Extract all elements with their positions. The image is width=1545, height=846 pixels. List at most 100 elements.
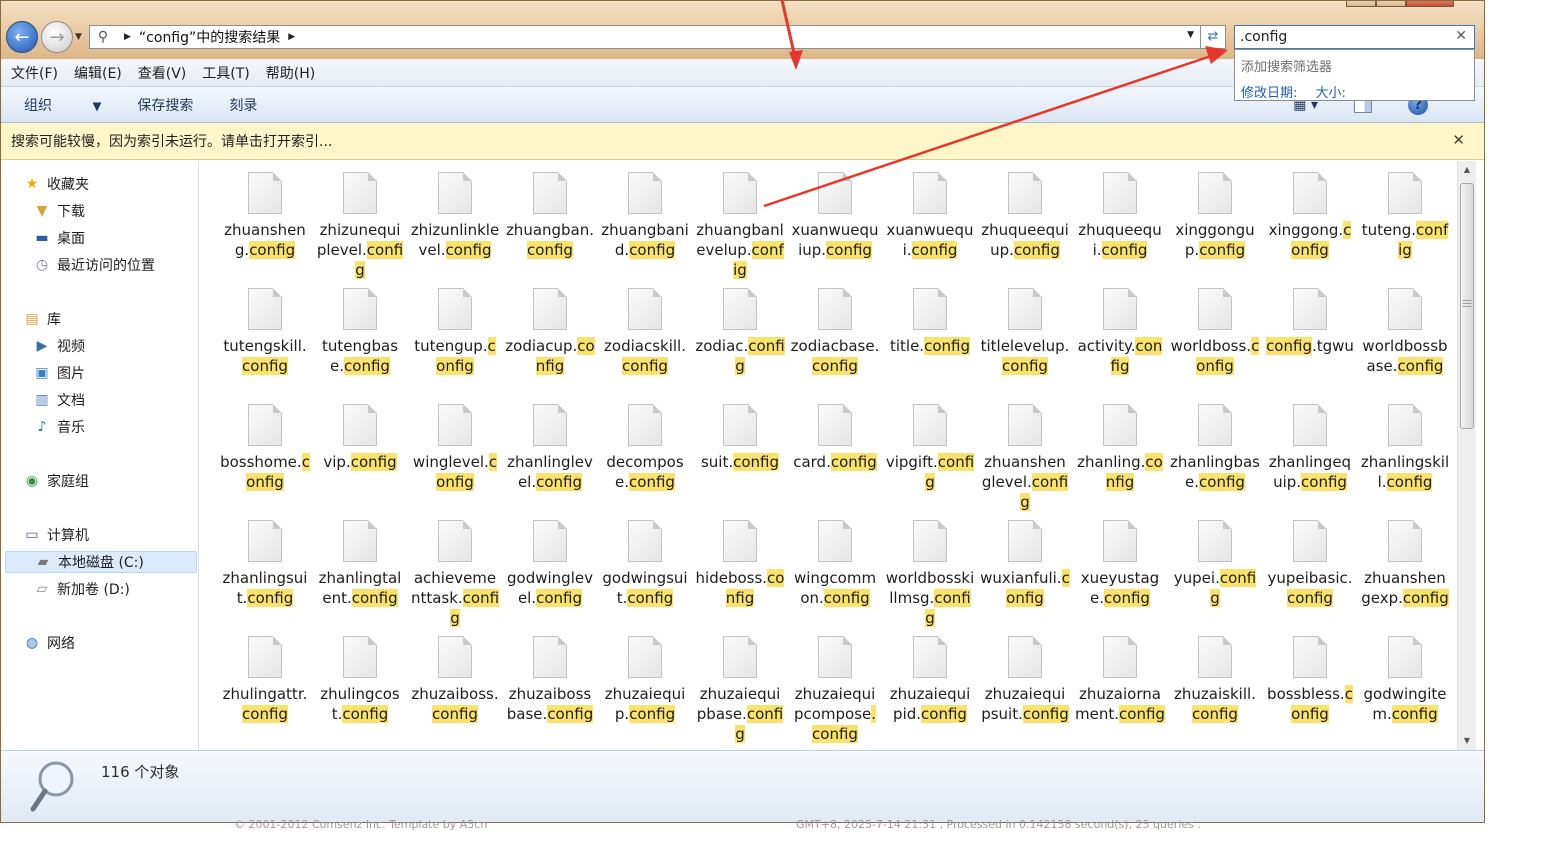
address-dropdown-icon[interactable]: ▼ xyxy=(1187,30,1194,40)
file-item[interactable]: zhuangbanid.config xyxy=(599,161,691,260)
file-item[interactable]: bossbless.config xyxy=(1264,625,1356,724)
organize-button[interactable]: 组织 ▼ xyxy=(24,95,101,115)
file-item[interactable]: zodiacskill.config xyxy=(599,277,691,376)
address-bar[interactable]: ⚲ ▶ “config”中的搜索结果 ▶ ▼ xyxy=(89,25,1201,49)
file-item[interactable]: decompose.config xyxy=(599,393,691,492)
file-item[interactable]: worldbossbase.config xyxy=(1359,277,1451,376)
scroll-up-icon[interactable]: ▲ xyxy=(1458,161,1476,179)
nav-item-2[interactable]: ▬ 桌面 xyxy=(33,227,85,249)
file-item[interactable]: zhuzaiequipbase.config xyxy=(694,625,786,744)
breadcrumb-search-results[interactable]: “config”中的搜索结果 xyxy=(139,27,280,47)
file-item[interactable]: zhuqueequiup.config xyxy=(979,161,1071,260)
nav-item-8[interactable]: ♪ 音乐 xyxy=(33,416,85,438)
file-item[interactable]: zhizunequiplevel.config xyxy=(314,161,406,280)
file-item[interactable]: zhuansheng.config xyxy=(219,161,311,260)
file-item[interactable]: title.config xyxy=(884,277,976,356)
file-item[interactable]: zhuzaiequipcompose.config xyxy=(789,625,881,744)
file-item[interactable]: zhulingcost.config xyxy=(314,625,406,724)
file-item[interactable]: zodiac.config xyxy=(694,277,786,376)
file-item[interactable]: titlelevelup.config xyxy=(979,277,1071,376)
back-button[interactable]: ← xyxy=(6,21,38,53)
nav-item-12[interactable]: ▱ 新加卷 (D:) xyxy=(33,578,130,600)
nav-item-7[interactable]: ▥ 文档 xyxy=(33,389,85,411)
save-search-button[interactable]: 保存搜索 xyxy=(137,95,193,115)
file-item[interactable]: zhizunlinklevel.config xyxy=(409,161,501,260)
file-item[interactable]: zhuzaiboss.config xyxy=(409,625,501,724)
menu-edit[interactable]: 编辑(E) xyxy=(74,63,122,83)
nav-item-9[interactable]: ◉ 家庭组 xyxy=(23,470,89,492)
file-item[interactable]: zhanlingtalent.config xyxy=(314,509,406,608)
refresh-button[interactable]: ⇄ xyxy=(1201,25,1226,49)
menu-help[interactable]: 帮助(H) xyxy=(266,63,315,83)
nav-item-4[interactable]: ▤ 库 xyxy=(23,308,61,330)
file-item[interactable]: godwingsuit.config xyxy=(599,509,691,608)
file-item[interactable]: zodiacbase.config xyxy=(789,277,881,376)
filter-modified-date[interactable]: 修改日期: xyxy=(1241,86,1297,101)
file-item[interactable]: zhuangban.config xyxy=(504,161,596,260)
close-info-bar-icon[interactable]: ✕ xyxy=(1452,131,1465,149)
file-item[interactable]: activity.config xyxy=(1074,277,1166,376)
search-input[interactable]: .config xyxy=(1240,29,1287,45)
file-item[interactable]: zhuqueequi.config xyxy=(1074,161,1166,260)
file-item[interactable]: zhuangbanlevelup.config xyxy=(694,161,786,280)
nav-item-13[interactable]: ◍ 网络 xyxy=(23,632,75,654)
file-item[interactable]: godwinglevel.config xyxy=(504,509,596,608)
forward-button[interactable]: → xyxy=(41,21,73,53)
file-item[interactable]: zhanlingskill.config xyxy=(1359,393,1451,492)
info-bar-message[interactable]: 搜索可能较慢，因为索引未运行。请单击打开索引... xyxy=(11,131,332,151)
file-item[interactable]: yupei.config xyxy=(1169,509,1261,608)
file-item[interactable]: zhuzaiskill.config xyxy=(1169,625,1261,724)
menu-view[interactable]: 查看(V) xyxy=(138,63,187,83)
search-box[interactable]: .config ✕ xyxy=(1234,25,1475,49)
vertical-scrollbar[interactable]: ▲ — — — ▼ xyxy=(1457,161,1476,750)
file-item[interactable]: xuanwuequiup.config xyxy=(789,161,881,260)
file-item[interactable]: xueyustage.config xyxy=(1074,509,1166,608)
file-item[interactable]: wingcommon.config xyxy=(789,509,881,608)
file-item[interactable]: tuteng.config xyxy=(1359,161,1451,260)
menu-file[interactable]: 文件(F) xyxy=(11,63,58,83)
burn-button[interactable]: 刻录 xyxy=(229,95,257,115)
nav-item-11[interactable]: ▰ 本地磁盘 (C:) xyxy=(5,551,197,573)
file-item[interactable]: worldboss.config xyxy=(1169,277,1261,376)
file-item[interactable]: xinggongup.config xyxy=(1169,161,1261,260)
file-item[interactable]: godwingitem.config xyxy=(1359,625,1451,724)
file-item[interactable]: config.tgwu xyxy=(1264,277,1356,356)
file-item[interactable]: zhuzaiequipsuit.config xyxy=(979,625,1071,724)
nav-item-1[interactable]: ▼ 下载 xyxy=(33,200,85,222)
file-item[interactable]: hideboss.config xyxy=(694,509,786,608)
file-item[interactable]: zhuanshenglevel.config xyxy=(979,393,1071,512)
file-item[interactable]: card.config xyxy=(789,393,881,472)
file-item[interactable]: bosshome.config xyxy=(219,393,311,492)
file-item[interactable]: zhuzaiequip.config xyxy=(599,625,691,724)
file-item[interactable]: tutengbase.config xyxy=(314,277,406,376)
file-item[interactable]: achievementtask.config xyxy=(409,509,501,628)
nav-item-3[interactable]: ◷ 最近访问的位置 xyxy=(33,254,155,276)
file-item[interactable]: tutengskill.config xyxy=(219,277,311,376)
recent-pages-dropdown[interactable]: ▼ xyxy=(75,32,82,42)
close-button[interactable] xyxy=(1406,1,1454,7)
scroll-down-icon[interactable]: ▼ xyxy=(1458,732,1476,750)
nav-item-6[interactable]: ▣ 图片 xyxy=(33,362,85,384)
file-item[interactable]: xinggong.config xyxy=(1264,161,1356,260)
file-item[interactable]: xuanwuequi.config xyxy=(884,161,976,260)
file-item[interactable]: vip.config xyxy=(314,393,406,472)
file-item[interactable]: zhanlinglevel.config xyxy=(504,393,596,492)
file-item[interactable]: zhuzaibossbase.config xyxy=(504,625,596,724)
file-item[interactable]: zhuanshengexp.config xyxy=(1359,509,1451,608)
minimize-button[interactable] xyxy=(1346,1,1376,7)
file-item[interactable]: zodiacup.config xyxy=(504,277,596,376)
chevron-right-icon[interactable]: ▶ xyxy=(116,32,139,42)
file-item[interactable]: winglevel.config xyxy=(409,393,501,492)
file-item[interactable]: zhanlingequip.config xyxy=(1264,393,1356,492)
filter-size[interactable]: 大小: xyxy=(1316,86,1346,101)
file-item[interactable]: zhuzaiequipid.config xyxy=(884,625,976,724)
chevron-right-icon[interactable]: ▶ xyxy=(280,32,303,42)
nav-item-5[interactable]: ▶ 视频 xyxy=(33,335,85,357)
file-item[interactable]: zhanling.config xyxy=(1074,393,1166,492)
file-item[interactable]: zhanlingsuit.config xyxy=(219,509,311,608)
info-bar[interactable]: 搜索可能较慢，因为索引未运行。请单击打开索引... ✕ xyxy=(1,123,1484,160)
file-item[interactable]: zhulingattr.config xyxy=(219,625,311,724)
file-item[interactable]: vipgift.config xyxy=(884,393,976,492)
file-item[interactable]: worldbosskillmsg.config xyxy=(884,509,976,628)
file-item[interactable]: zhuzaiornament.config xyxy=(1074,625,1166,724)
